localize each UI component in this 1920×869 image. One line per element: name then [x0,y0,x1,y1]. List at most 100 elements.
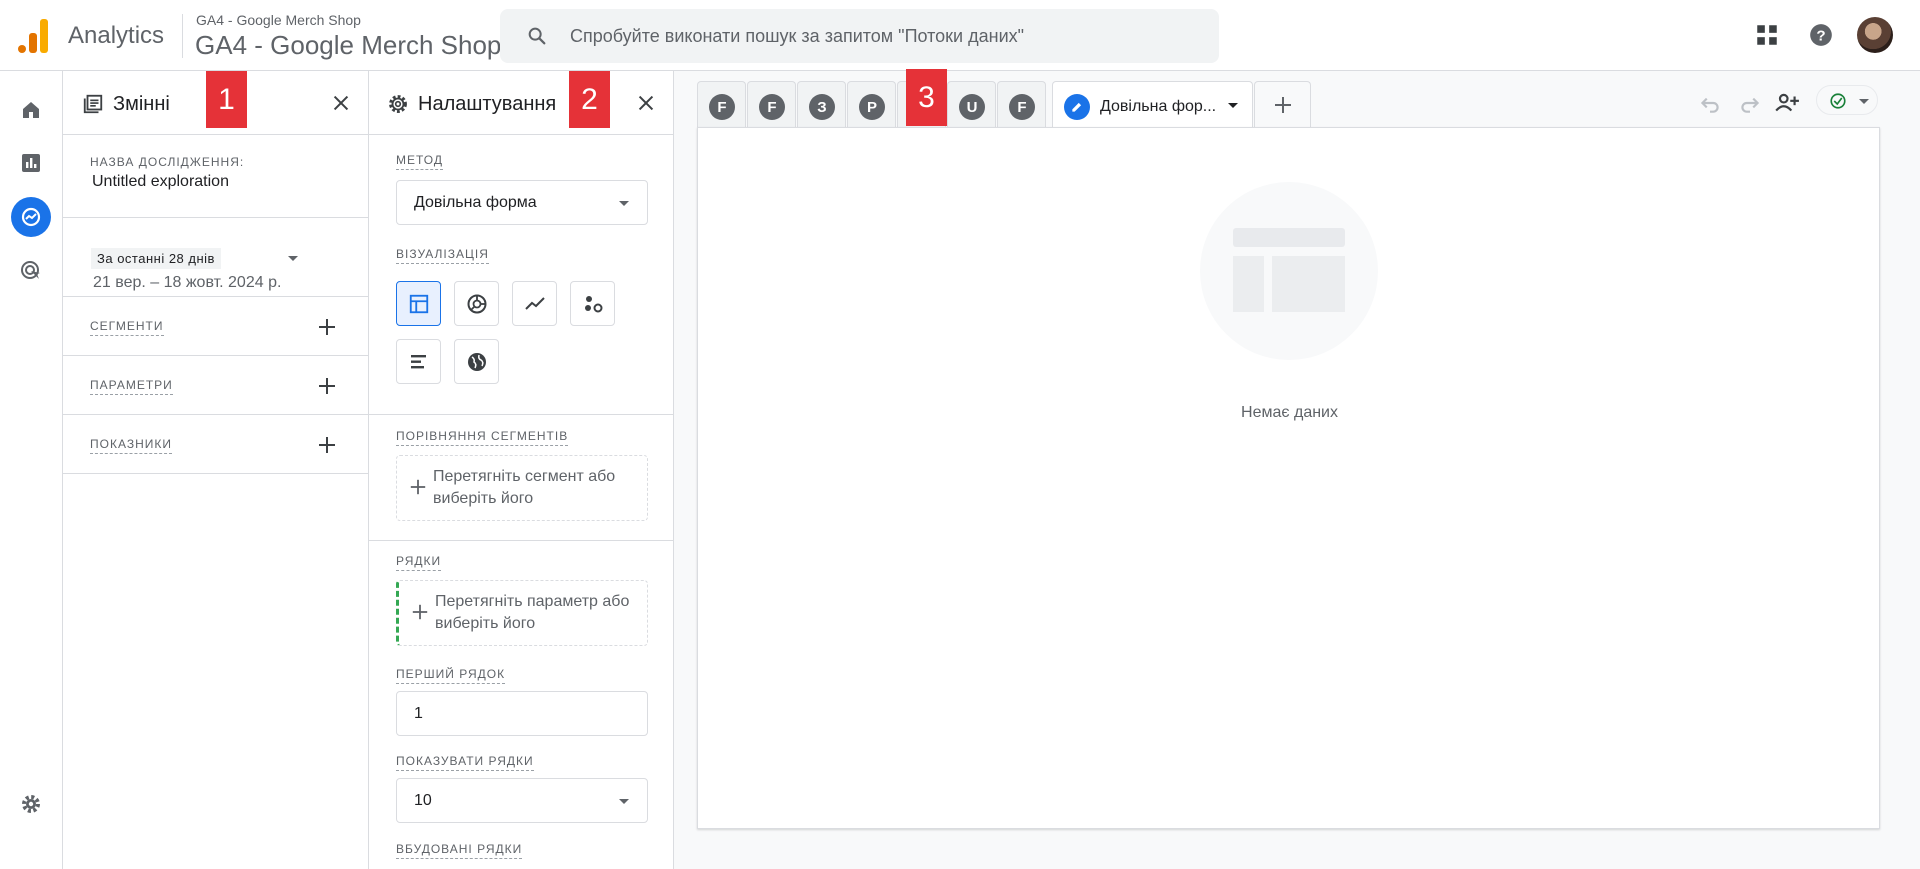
chevron-down-icon [1859,99,1869,104]
show-rows-label: ПОКАЗУВАТИ РЯДКИ [396,754,534,771]
metrics-section: ПОКАЗНИКИ [63,415,369,474]
method-select[interactable]: Довільна форма [396,180,648,225]
tab-2[interactable]: F [747,81,796,128]
add-tab-button[interactable] [1254,81,1311,128]
date-range-text: 21 вер. – 18 жовт. 2024 р. [93,274,282,291]
tab-active[interactable]: Довільна фор... [1052,81,1253,128]
analytics-logo[interactable] [18,19,48,53]
tab-1[interactable]: F [697,81,746,128]
check-circle-icon [1830,93,1846,109]
dimensions-label: ПАРАМЕТРИ [90,378,173,395]
first-row-input[interactable]: 1 [396,691,648,736]
exploration-canvas[interactable]: Немає даних [697,127,1880,829]
chevron-down-icon [619,799,629,804]
apps-grid-icon[interactable] [1754,22,1780,48]
settings-panel: Налаштування 2 МЕТОД Довільна форма ВІЗУ… [369,71,674,869]
plus-icon [412,604,428,620]
bar-chart-icon[interactable] [396,339,441,384]
tab-avatar: F [759,94,785,120]
variables-title: Змінні [113,93,170,115]
no-data-text: Немає даних [1241,404,1338,421]
divider [369,540,674,541]
tab-3[interactable]: З [797,81,846,128]
save-status-button[interactable] [1816,85,1878,115]
tab-avatar: F [1009,94,1035,120]
tab-7[interactable]: F [997,81,1046,128]
plus-icon [410,479,426,495]
segment-drop-zone[interactable]: Перетягніть сегмент або виберіть його [396,455,648,521]
close-icon[interactable] [635,92,657,114]
first-row-value: 1 [414,705,423,722]
segment-comparison-label: ПОРІВНЯННЯ СЕГМЕНТІВ [396,429,569,446]
donut-chart-icon[interactable] [454,281,499,326]
segments-section: СЕГМЕНТИ [63,297,369,356]
line-chart-icon[interactable] [512,281,557,326]
settings-header: Налаштування 2 [369,71,673,135]
segment-drop-text: Перетягніть сегмент або виберіть його [433,468,616,507]
tab-avatar: P [859,94,885,120]
help-icon[interactable]: ? [1808,22,1834,48]
settings-icon[interactable] [11,784,51,824]
rows-label: РЯДКИ [396,554,442,571]
table-icon[interactable] [396,281,441,326]
account-path[interactable]: GA4 - Google Merch Shop [196,12,361,28]
redo-icon[interactable] [1737,90,1763,116]
show-rows-select[interactable]: 10 [396,778,648,823]
method-label: МЕТОД [396,153,443,170]
exploration-name-section: НАЗВА ДОСЛІДЖЕННЯ: Untitled exploration [63,135,369,218]
undo-icon[interactable] [1697,90,1723,116]
svg-text:?: ? [1816,27,1825,44]
first-row-label: ПЕРШИЙ РЯДОК [396,667,506,684]
chevron-down-icon[interactable] [288,256,298,261]
show-rows-value: 10 [414,792,432,809]
add-segment-icon[interactable] [317,317,337,337]
chevron-down-icon[interactable] [1228,103,1238,108]
step-badge-1: 1 [206,71,247,128]
variables-panel: Змінні 1 НАЗВА ДОСЛІДЖЕННЯ: Untitled exp… [63,71,369,869]
step-badge-2: 2 [569,71,610,128]
add-metric-icon[interactable] [317,435,337,455]
reports-icon[interactable] [11,143,51,183]
tab-avatar: U [959,94,985,120]
step-badge-3: 3 [906,69,947,126]
search-input[interactable] [570,9,1190,63]
exploration-name-value[interactable]: Untitled exploration [92,173,229,191]
close-icon[interactable] [330,92,352,114]
gear-icon [389,95,407,113]
property-name[interactable]: GA4 - Google Merch Shop [195,30,501,61]
explore-icon[interactable] [11,197,51,237]
app-name: Analytics [68,22,165,49]
tab-4[interactable]: P [847,81,896,128]
nav-rail [0,71,63,869]
visualization-label: ВІЗУАЛІЗАЦІЯ [396,247,489,264]
plus-icon [1275,97,1291,113]
scatter-chart-icon[interactable] [570,281,615,326]
exploration-name-label: НАЗВА ДОСЛІДЖЕННЯ: [90,155,245,169]
settings-title: Налаштування [418,93,557,115]
pencil-icon [1064,94,1090,120]
header-divider [182,14,183,58]
search-icon [528,27,546,45]
metrics-label: ПОКАЗНИКИ [90,437,172,454]
share-user-icon[interactable] [1774,90,1800,116]
variables-header: Змінні 1 [63,71,368,135]
nested-rows-label: ВБУДОВАНІ РЯДКИ [396,842,523,859]
chevron-down-icon [619,201,629,206]
search-bar[interactable] [500,9,1219,63]
advertising-icon[interactable] [11,251,51,291]
avatar[interactable] [1857,17,1893,53]
add-dimension-icon[interactable] [317,376,337,396]
home-icon[interactable] [11,90,51,130]
rows-drop-text: Перетягніть параметр або виберіть його [435,593,630,632]
segments-label: СЕГМЕНТИ [90,319,164,336]
date-range-chip: За останні 28 днів [91,248,221,269]
variables-icon [83,94,103,114]
no-data-illustration [1200,182,1378,360]
rows-drop-zone[interactable]: Перетягніть параметр або виберіть його [396,580,648,646]
tab-6[interactable]: U [947,81,996,128]
tab-active-title: Довільна фор... [1100,98,1217,115]
tab-avatar: F [709,94,735,120]
geo-map-icon[interactable] [454,339,499,384]
date-range-section[interactable]: За останні 28 днів 21 вер. – 18 жовт. 20… [63,218,369,297]
divider [369,414,674,415]
